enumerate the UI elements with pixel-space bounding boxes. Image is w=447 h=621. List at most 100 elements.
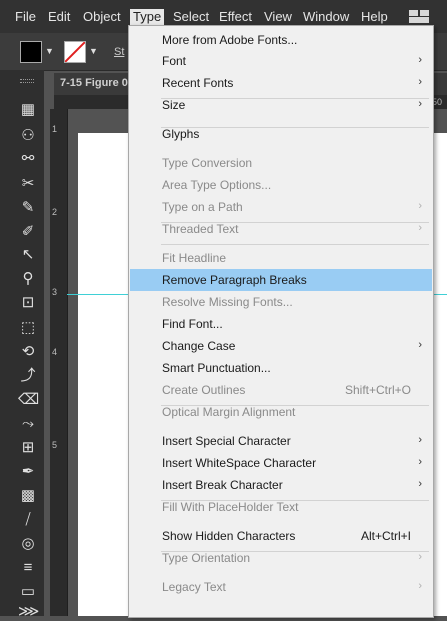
ruler-number: 1 [52, 124, 58, 134]
menu-item-size[interactable]: Size › [130, 94, 432, 116]
menu-item-optical-margin-alignment: Optical Margin Alignment [130, 401, 432, 423]
ruler-number: 2 [52, 207, 58, 217]
stroke-color-swatch[interactable] [64, 41, 86, 63]
menu-item-label: Resolve Missing Fonts... [162, 295, 293, 309]
panel-grip[interactable] [20, 79, 34, 83]
puppet-warp-icon[interactable]: ⚲ [18, 270, 38, 288]
curvature-icon[interactable]: ⤴ [18, 367, 38, 385]
menu-item-label: Type Orientation [162, 551, 251, 565]
menu-item-shortcut: Alt+Ctrl+I [360, 529, 411, 543]
gradient-icon[interactable]: ▩ [18, 487, 38, 505]
shape-builder-icon[interactable]: ⚇ [18, 127, 38, 145]
rotate-icon[interactable]: ⟲ [18, 343, 38, 361]
menu-item-label: Insert Special Character [162, 434, 291, 448]
menu-file[interactable]: File [15, 9, 36, 25]
chevron-down-icon[interactable]: ▼ [45, 46, 55, 56]
menu-edit[interactable]: Edit [48, 9, 70, 25]
eraser-icon[interactable]: ⌫ [18, 391, 39, 409]
grid-icon[interactable]: ▦ [18, 101, 38, 119]
menu-item-label: Type Conversion [162, 156, 253, 170]
artboard-icon[interactable]: ⊡ [18, 294, 38, 312]
menu-item-label: Glyphs [162, 127, 200, 141]
menu-item-font[interactable]: Font › [130, 50, 432, 72]
menu-item-shortcut: Shift+Ctrl+O [344, 383, 411, 397]
menu-item-label: Font [162, 54, 187, 68]
menu-window[interactable]: Window [303, 9, 349, 25]
type-menu-dropdown: More from Adobe Fonts... Font › Recent Font… [128, 25, 434, 618]
submenu-arrow-icon: › [418, 456, 422, 468]
menu-select[interactable]: Select [173, 9, 209, 25]
menu-separator [161, 244, 429, 245]
menu-item-type-orientation: Type Orientation › [130, 547, 432, 569]
menu-item-insert-whitespace-character[interactable]: Insert WhiteSpace Character › [130, 452, 432, 474]
menu-item-remove-paragraph-breaks[interactable]: Remove Paragraph Breaks [130, 269, 432, 291]
menu-item-type-conversion: Type Conversion [130, 152, 432, 174]
menu-item-label: Insert Break Character [162, 478, 283, 492]
menu-item-label: Fill With PlaceHolder Text [162, 500, 299, 514]
menu-item-label: Smart Punctuation... [162, 361, 271, 375]
submenu-arrow-icon: › [418, 54, 422, 66]
ruler-number: 4 [52, 347, 58, 357]
menu-item-label: Recent Fonts [162, 76, 234, 90]
menu-item-label: Insert WhiteSpace Character [162, 456, 317, 470]
menu-item-more-from-adobe-fonts[interactable]: More from Adobe Fonts... [130, 29, 432, 51]
chevron-down-icon[interactable]: ▼ [89, 46, 99, 56]
menu-view[interactable]: View [264, 9, 292, 25]
menu-effect[interactable]: Effect [219, 9, 252, 25]
menu-object[interactable]: Object [83, 9, 121, 25]
menu-item-legacy-text: Legacy Text › [130, 576, 432, 598]
menu-item-label: Type on a Path [162, 200, 243, 214]
spiral-icon[interactable]: ◎ [18, 535, 38, 553]
menu-item-insert-break-character[interactable]: Insert Break Character › [130, 474, 432, 496]
submenu-arrow-icon: › [418, 478, 422, 490]
menu-item-resolve-missing-fonts: Resolve Missing Fonts... [130, 291, 432, 313]
menu-item-glyphs[interactable]: Glyphs [130, 123, 432, 145]
menu-item-threaded-text: Threaded Text › [130, 218, 432, 240]
menu-item-show-hidden-characters[interactable]: Show Hidden Characters Alt+Ctrl+I [130, 525, 432, 547]
graph-icon[interactable]: ⤳ [18, 415, 38, 433]
submenu-arrow-icon: › [418, 76, 422, 88]
document-tab[interactable]: 7-15 Figure 0 [60, 77, 128, 89]
eyedropper-icon[interactable]: ✒ [18, 463, 38, 481]
menu-item-area-type-options: Area Type Options... [130, 174, 432, 196]
menu-item-label: Create Outlines [162, 383, 246, 397]
lines-icon[interactable]: ≡ [18, 559, 38, 577]
fill-color-swatch[interactable] [20, 41, 42, 63]
menu-item-find-font[interactable]: Find Font... [130, 313, 432, 335]
slice-icon[interactable]: ⧸ [18, 511, 38, 529]
more-tools-icon[interactable]: ⋙ [18, 603, 39, 621]
submenu-arrow-icon: › [418, 434, 422, 446]
brush-icon[interactable]: ✎ [18, 199, 38, 217]
vertical-ruler[interactable] [50, 109, 68, 616]
blob-brush-icon[interactable]: ✐ [18, 223, 38, 241]
ruler-number: 3 [52, 287, 58, 297]
blend-icon[interactable]: ⚯ [18, 150, 38, 168]
menu-item-fit-headline: Fit Headline [130, 247, 432, 269]
menu-item-label: Remove Paragraph Breaks [162, 273, 307, 287]
direct-select-icon[interactable]: ↖ [18, 246, 38, 264]
menu-item-type-on-a-path: Type on a Path › [130, 196, 432, 218]
menu-item-insert-special-character[interactable]: Insert Special Character › [130, 430, 432, 452]
submenu-arrow-icon: › [418, 222, 422, 234]
layers-icon[interactable]: ▭ [18, 583, 38, 601]
menu-item-change-case[interactable]: Change Case › [130, 335, 432, 357]
ruler-number: 5 [52, 440, 58, 450]
style-label[interactable]: St [114, 46, 124, 58]
workspace-switcher-icon[interactable] [409, 10, 429, 23]
submenu-arrow-icon: › [418, 200, 422, 212]
menu-item-fill-with-placeholder-text: Fill With PlaceHolder Text [130, 496, 432, 518]
menu-item-smart-punctuation[interactable]: Smart Punctuation... [130, 357, 432, 379]
menu-help[interactable]: Help [361, 9, 388, 25]
menu-item-label: Fit Headline [162, 251, 227, 265]
menu-item-label: Area Type Options... [162, 178, 272, 192]
menu-item-label: Legacy Text [162, 580, 226, 594]
menu-item-recent-fonts[interactable]: Recent Fonts › [130, 72, 432, 94]
menu-item-create-outlines: Create Outlines Shift+Ctrl+O [130, 379, 432, 401]
scissors-icon[interactable]: ✂ [18, 175, 38, 193]
menu-item-label: Optical Margin Alignment [162, 405, 296, 419]
menu-type[interactable]: Type [130, 9, 165, 25]
scale-icon[interactable]: ⬚ [18, 319, 38, 337]
menu-item-label: Threaded Text [162, 222, 239, 236]
submenu-arrow-icon: › [418, 339, 422, 351]
ruler-icon[interactable]: ⊞ [18, 439, 38, 457]
